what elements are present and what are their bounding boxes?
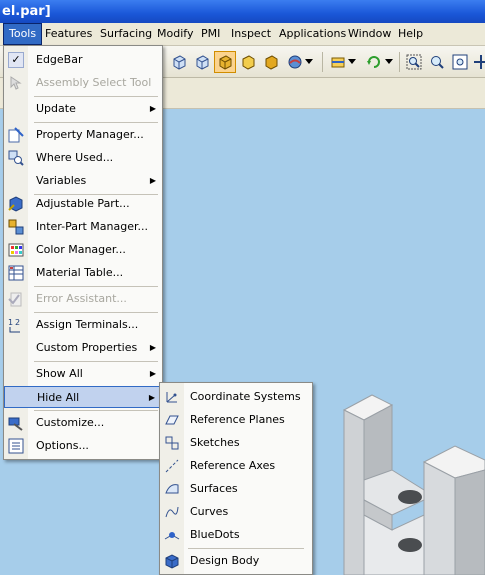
view-top-icon[interactable] [193, 53, 211, 71]
menu-item-assign-terminals[interactable]: 12 Assign Terminals... [4, 314, 162, 336]
menu-bar: Tools Features Surfacing Modify PMI Insp… [0, 23, 485, 46]
menu-item-update[interactable]: Update ▶ [4, 98, 162, 120]
submenu-item-coordinate-systems[interactable]: Coordinate Systems [160, 385, 312, 408]
material-table-icon [8, 265, 24, 281]
menu-pmi[interactable]: PMI [196, 23, 225, 45]
menu-separator [34, 312, 158, 313]
where-used-icon [8, 150, 24, 166]
menu-item-options[interactable]: Options... [4, 435, 162, 457]
design-body-icon [165, 554, 179, 569]
checkmark-icon: ✓ [8, 52, 24, 68]
view-front-icon[interactable] [170, 53, 188, 71]
menu-item-edgebar[interactable]: ✓ EdgeBar [4, 49, 162, 71]
menu-tools[interactable]: Tools [3, 23, 43, 45]
submenu-item-reference-planes[interactable]: Reference Planes [160, 408, 312, 431]
window-title: el.par] [2, 4, 51, 19]
submenu-item-sketches[interactable]: Sketches [160, 431, 312, 454]
menu-window[interactable]: Window [343, 23, 396, 45]
menu-separator [34, 96, 158, 97]
submenu-item-curves[interactable]: Curves [160, 500, 312, 523]
menu-modify[interactable]: Modify [152, 23, 198, 45]
svg-text:2: 2 [15, 318, 20, 327]
color-manager-icon [8, 243, 24, 257]
assembly-select-icon [10, 76, 22, 90]
zoom-area-icon[interactable] [405, 53, 423, 71]
property-manager-icon [8, 127, 24, 143]
error-assistant-icon [8, 292, 22, 307]
menu-item-property-manager[interactable]: Property Manager... [4, 124, 162, 146]
customize-icon [8, 417, 23, 431]
menu-inspect[interactable]: Inspect [226, 23, 276, 45]
curve-icon [165, 506, 179, 518]
pan-icon[interactable] [472, 53, 485, 71]
rotate-dropdown-icon[interactable] [384, 53, 394, 71]
view-style-dropdown-icon[interactable] [347, 53, 357, 71]
reference-plane-icon [165, 415, 179, 425]
menu-item-variables[interactable]: Variables ▶ [4, 170, 162, 192]
submenu-item-reference-axes[interactable]: Reference Axes [160, 454, 312, 477]
window-title-bar: el.par] [0, 0, 485, 23]
render-dropdown-icon[interactable] [304, 53, 314, 71]
menu-features[interactable]: Features [40, 23, 97, 45]
menu-item-inter-part-manager[interactable]: Inter-Part Manager... [4, 216, 162, 238]
submenu-arrow-icon: ▶ [149, 369, 156, 378]
menu-separator [34, 286, 158, 287]
submenu-arrow-icon: ▶ [149, 104, 156, 113]
tools-menu: ✓ EdgeBar Assembly Select Tool Update ▶ … [3, 45, 163, 460]
menu-item-adjustable-part[interactable]: Adjustable Part... [4, 193, 162, 215]
render-sphere-icon[interactable] [286, 53, 304, 71]
coordinate-system-icon [166, 392, 177, 403]
menu-item-hide-all[interactable]: Hide All ▶ [4, 386, 162, 408]
menu-separator [34, 361, 158, 362]
submenu-item-design-body[interactable]: Design Body [160, 549, 312, 572]
hide-all-submenu: Coordinate Systems Reference Planes Sket… [159, 382, 313, 575]
menu-item-customize[interactable]: Customize... [4, 412, 162, 434]
menu-item-show-all[interactable]: Show All ▶ [4, 363, 162, 385]
shaded-view-icon[interactable] [214, 51, 236, 73]
surface-icon [165, 484, 179, 494]
fit-icon[interactable] [451, 53, 469, 71]
menu-item-color-manager[interactable]: Color Manager... [4, 239, 162, 261]
bluedot-icon [164, 532, 180, 540]
menu-separator [34, 122, 158, 123]
reference-axis-icon [165, 459, 179, 473]
menu-item-where-used[interactable]: Where Used... [4, 147, 162, 169]
submenu-arrow-icon: ▶ [148, 393, 155, 402]
zoom-icon[interactable] [428, 53, 446, 71]
shaded-solid-icon[interactable] [262, 53, 280, 71]
menu-applications[interactable]: Applications [274, 23, 351, 45]
view-style-icon[interactable] [329, 53, 347, 71]
inter-part-manager-icon [8, 219, 24, 235]
menu-item-material-table[interactable]: Material Table... [4, 262, 162, 284]
adjustable-part-icon [8, 196, 23, 212]
submenu-item-surfaces[interactable]: Surfaces [160, 477, 312, 500]
submenu-item-bluedots[interactable]: BlueDots [160, 523, 312, 546]
menu-item-assembly-select-tool: Assembly Select Tool [4, 72, 162, 94]
menu-surfacing[interactable]: Surfacing [95, 23, 157, 45]
sketch-icon [165, 436, 179, 450]
submenu-arrow-icon: ▶ [149, 176, 156, 185]
options-icon [8, 438, 24, 454]
menu-item-custom-properties[interactable]: Custom Properties ▶ [4, 337, 162, 359]
menu-help[interactable]: Help [393, 23, 428, 45]
menu-item-error-assistant: Error Assistant... [4, 288, 162, 310]
assign-terminals-icon: 12 [8, 318, 20, 333]
submenu-arrow-icon: ▶ [149, 343, 156, 352]
menu-separator [34, 410, 158, 411]
svg-text:1: 1 [8, 318, 13, 327]
rotate-view-icon[interactable] [365, 53, 383, 71]
shaded-edges-icon[interactable] [239, 53, 257, 71]
